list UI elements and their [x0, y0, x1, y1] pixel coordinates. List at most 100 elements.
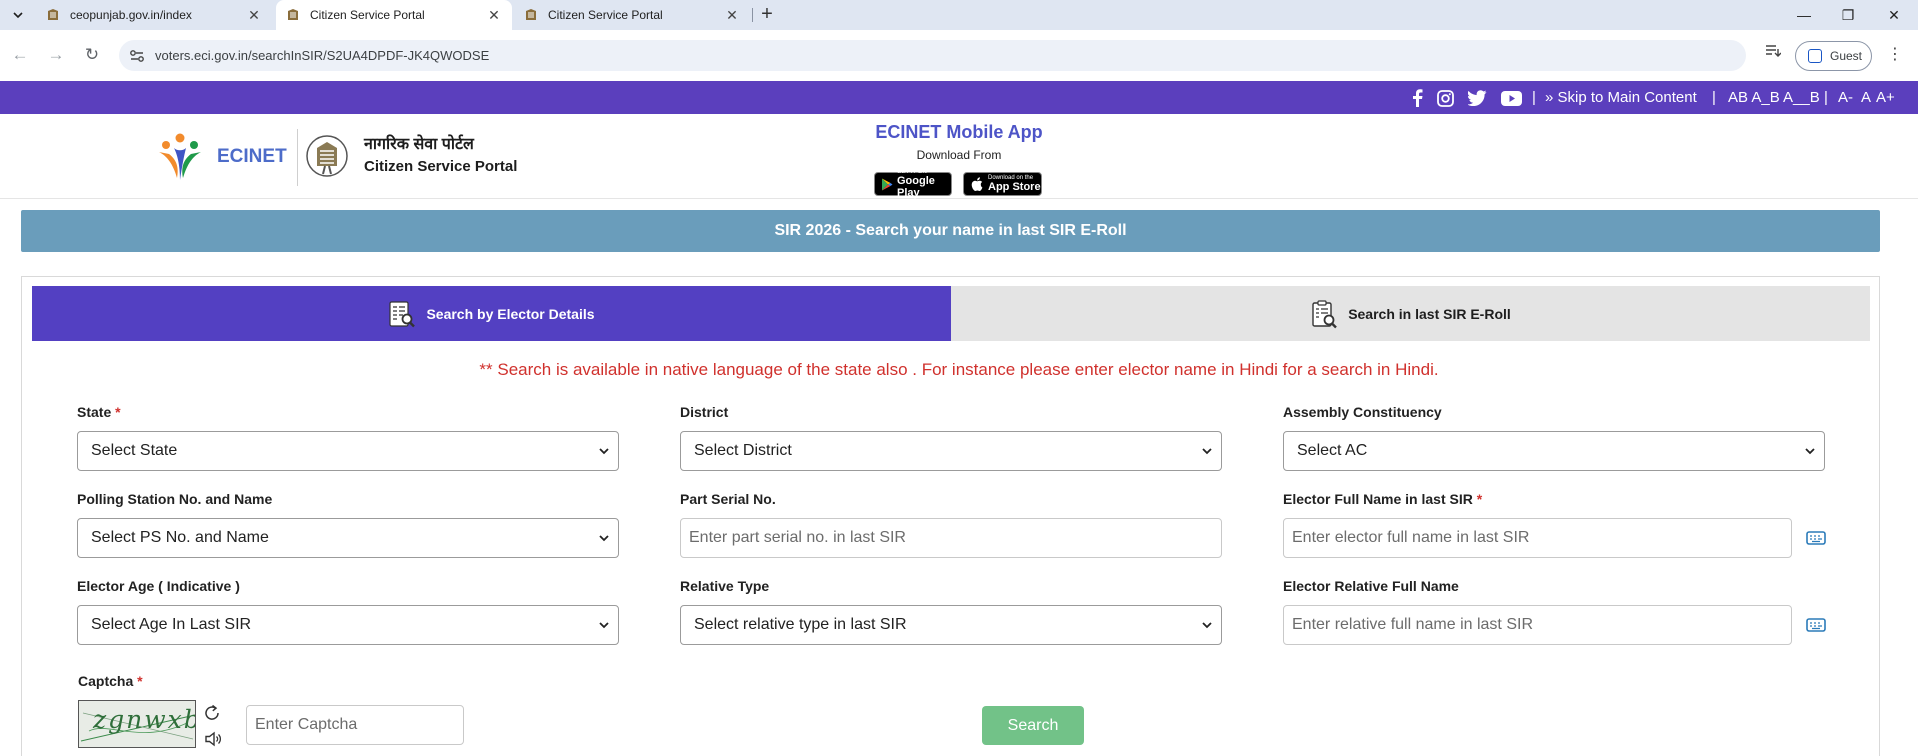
elector-name-label: Elector Full Name in last SIR * — [1283, 491, 1483, 507]
reload-icon[interactable]: ↻ — [80, 43, 104, 67]
elector-age-label: Elector Age ( Indicative ) — [77, 578, 240, 594]
assembly-constituency-label: Assembly Constituency — [1283, 404, 1442, 420]
keyboard-icon[interactable] — [1806, 531, 1826, 545]
restore-window-icon[interactable]: ❐ — [1830, 3, 1866, 27]
elector-name-input[interactable]: Enter elector full name in last SIR — [1283, 518, 1792, 558]
search-button[interactable]: Search — [982, 706, 1084, 745]
topbar-separator: | — [1824, 89, 1828, 106]
google-play-text: Google Play — [897, 175, 935, 199]
tab-search-by-elector-details[interactable]: Search by Elector Details — [32, 286, 951, 341]
close-tab-icon[interactable]: ✕ — [246, 7, 262, 24]
state-label: State * — [77, 404, 121, 420]
facebook-icon[interactable] — [1406, 88, 1428, 108]
polling-station-label: Polling Station No. and Name — [77, 491, 273, 507]
site-info-icon[interactable] — [129, 48, 145, 64]
font-decrease-button[interactable]: A- — [1838, 89, 1853, 106]
browser-tab-title: Citizen Service Portal — [548, 8, 663, 22]
profile-label: Guest — [1830, 49, 1863, 63]
tab-label: Search by Elector Details — [426, 305, 595, 322]
minimize-icon[interactable]: — — [1786, 3, 1822, 27]
tab-search-in-eroll[interactable]: Search in last SIR E-Roll — [951, 286, 1870, 341]
apple-icon — [970, 177, 984, 191]
form-search-icon — [389, 300, 416, 327]
relative-name-placeholder: Enter relative full name in last SIR — [1292, 616, 1533, 633]
chevron-down-icon — [1202, 448, 1212, 455]
district-select-value: Select District — [694, 442, 792, 459]
clipboard-search-icon — [1312, 299, 1338, 328]
search-button-label: Search — [1007, 716, 1059, 734]
chevron-down-icon — [599, 448, 609, 455]
captcha-text: zgnwxb — [93, 705, 196, 734]
assembly-constituency-select[interactable]: Select AC — [1283, 431, 1825, 471]
district-label: District — [680, 404, 729, 420]
profile-button[interactable]: Guest — [1795, 41, 1872, 71]
relative-name-label: Elector Relative Full Name — [1283, 578, 1459, 594]
elector-age-select[interactable]: Select Age In Last SIR — [77, 605, 619, 645]
browser-toolbar: ← → ↻ voters.eci.gov.in/searchInSIR/S2UA… — [0, 30, 1918, 81]
back-arrow-icon[interactable]: ← — [8, 43, 32, 67]
chevron-down-icon — [599, 622, 609, 629]
browser-tab-title: Citizen Service Portal — [310, 8, 425, 22]
app-store-button[interactable]: Download on the App Store — [963, 172, 1042, 196]
tab-separator — [752, 8, 753, 22]
relative-type-value: Select relative type in last SIR — [694, 616, 907, 633]
eci-favicon-icon — [524, 8, 538, 22]
part-serial-label: Part Serial No. — [680, 491, 776, 507]
ac-select-value: Select AC — [1297, 442, 1368, 459]
reading-list-icon[interactable] — [1762, 44, 1784, 66]
browser-tab-2[interactable]: Citizen Service Portal ✕ — [276, 0, 512, 30]
state-select[interactable]: Select State — [77, 431, 619, 471]
browser-tab-strip: ceopunjab.gov.in/index ✕ Citizen Service… — [0, 0, 1918, 30]
new-tab-plus-icon[interactable]: + — [756, 4, 778, 26]
native-language-notice: ** Search is available in native languag… — [479, 360, 1439, 379]
forward-arrow-icon[interactable]: → — [44, 43, 68, 67]
state-select-value: Select State — [91, 442, 178, 459]
address-bar[interactable]: voters.eci.gov.in/searchInSIR/S2UA4DPDF-… — [119, 40, 1746, 71]
skip-to-main-link[interactable]: » Skip to Main Content — [1545, 89, 1697, 106]
close-tab-icon[interactable]: ✕ — [486, 7, 502, 24]
relative-type-select[interactable]: Select relative type in last SIR — [680, 605, 1222, 645]
browser-menu-icon[interactable]: ⋮ — [1886, 43, 1904, 67]
topbar-separator: | — [1532, 89, 1536, 106]
download-from-label: Download From — [916, 148, 1002, 162]
browser-tab-title: ceopunjab.gov.in/index — [70, 8, 192, 22]
chevron-down-icon — [599, 535, 609, 542]
profile-icon — [1808, 49, 1822, 63]
elector-name-placeholder: Enter elector full name in last SIR — [1292, 529, 1530, 546]
district-select[interactable]: Select District — [680, 431, 1222, 471]
captcha-placeholder: Enter Captcha — [255, 716, 358, 733]
part-serial-input[interactable]: Enter part serial no. in last SIR — [680, 518, 1222, 558]
tab-label: Search in last SIR E-Roll — [1348, 305, 1511, 322]
font-increase-button[interactable]: A+ — [1876, 89, 1895, 106]
twitter-icon[interactable] — [1466, 88, 1488, 108]
text-spacing-options[interactable]: AB A_B A__B — [1728, 89, 1820, 106]
accessibility-bar: | » Skip to Main Content | AB A_B A__B |… — [0, 81, 1918, 114]
close-tab-icon[interactable]: ✕ — [724, 7, 740, 24]
site-header: ECINET नागरिक सेवा पोर्टल Citizen Servic… — [0, 114, 1918, 199]
instagram-icon[interactable] — [1434, 88, 1456, 108]
refresh-captcha-icon[interactable] — [202, 703, 222, 723]
captcha-label: Captcha * — [78, 673, 143, 689]
age-select-value: Select Age In Last SIR — [91, 616, 252, 633]
browser-tab-1[interactable]: ceopunjab.gov.in/index ✕ — [36, 0, 272, 30]
relative-name-input[interactable]: Enter relative full name in last SIR — [1283, 605, 1792, 645]
eci-favicon-icon — [46, 8, 60, 22]
url-text: voters.eci.gov.in/searchInSIR/S2UA4DPDF-… — [155, 48, 490, 63]
chevron-down-icon — [1805, 448, 1815, 455]
eci-favicon-icon — [286, 8, 300, 22]
captcha-input[interactable]: Enter Captcha — [246, 705, 464, 745]
topbar-separator: | — [1712, 89, 1716, 106]
captcha-image: zgnwxb — [78, 700, 196, 748]
polling-station-select[interactable]: Select PS No. and Name — [77, 518, 619, 558]
app-store-text: App Store — [988, 181, 1041, 193]
keyboard-icon[interactable] — [1806, 618, 1826, 632]
font-normal-button[interactable]: A — [1861, 89, 1871, 106]
close-window-icon[interactable]: ✕ — [1876, 3, 1912, 27]
tab-search-dropdown-icon[interactable] — [8, 5, 28, 25]
browser-tab-3[interactable]: Citizen Service Portal ✕ — [514, 0, 750, 30]
audio-captcha-icon[interactable] — [203, 729, 223, 749]
ps-select-value: Select PS No. and Name — [91, 529, 269, 546]
google-play-button[interactable]: GET IT ON Google Play — [874, 169, 952, 199]
part-serial-placeholder: Enter part serial no. in last SIR — [689, 529, 906, 546]
youtube-icon[interactable] — [1500, 88, 1522, 108]
